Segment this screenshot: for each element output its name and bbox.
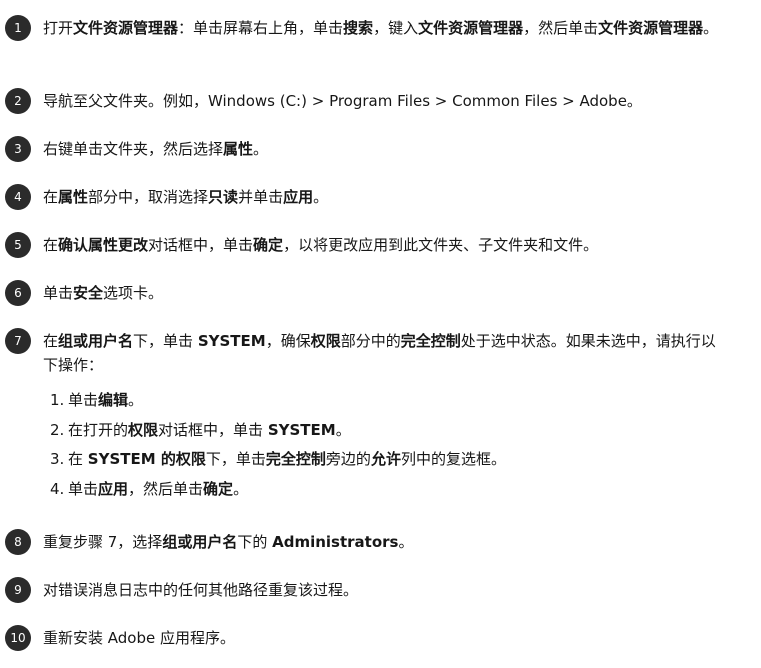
text-segment: 。 <box>335 421 351 439</box>
text-segment: ，然后单击 <box>128 480 204 498</box>
bold-text: 属性 <box>223 140 254 158</box>
text-segment: 对话框中，单击 <box>148 236 254 254</box>
step-text: 在属性部分中，取消选择只读并单击应用。 <box>43 185 723 209</box>
text-segment: 单击 <box>43 284 74 302</box>
text-segment: 重新安装 Adobe 应用程序。 <box>43 629 235 647</box>
text-segment: 。 <box>233 480 249 498</box>
text-segment: 对话框中，单击 <box>158 421 268 439</box>
bold-text: SYSTEM <box>267 421 336 439</box>
bold-text: 组或用户名 <box>162 533 238 551</box>
text-segment: 。 <box>128 391 144 409</box>
bold-text: 只读 <box>208 188 239 206</box>
text-segment: 在打开的 <box>68 421 129 439</box>
bold-text: 组或用户名 <box>58 332 134 350</box>
text-segment: 在 <box>43 332 59 350</box>
text-segment: 单击 <box>68 391 99 409</box>
step-number-badge: 1 <box>5 15 31 41</box>
text-segment: 选项卡。 <box>103 284 164 302</box>
bold-text: 文件资源管理器 <box>73 19 179 37</box>
step-number-badge: 9 <box>5 577 31 603</box>
step-text: 单击安全选项卡。 <box>43 281 723 305</box>
text-segment: 列中的复选框。 <box>400 450 506 468</box>
step-text: 右键单击文件夹，然后选择属性。 <box>43 137 723 161</box>
step-number-badge: 3 <box>5 136 31 162</box>
bold-text: 搜索 <box>343 19 374 37</box>
text-segment: ，确保 <box>265 332 311 350</box>
bold-text: SYSTEM 的权限 <box>87 450 206 468</box>
bold-text: 权限 <box>128 421 159 439</box>
bold-text: 允许 <box>370 450 401 468</box>
bold-text: 完全控制 <box>265 450 326 468</box>
bold-text: SYSTEM <box>197 332 266 350</box>
step-number-badge: 6 <box>5 280 31 306</box>
step-text: 在确认属性更改对话框中，单击确定，以将更改应用到此文件夹、子文件夹和文件。 <box>43 233 723 257</box>
text-segment: 单击 <box>68 480 99 498</box>
bold-text: 属性 <box>58 188 89 206</box>
text-segment: 部分中，取消选择 <box>88 188 209 206</box>
text-segment: 右键单击文件夹，然后选择 <box>43 140 224 158</box>
substep-4: 4. 单击应用，然后单击确定。 <box>50 477 710 501</box>
substep-1: 1. 单击编辑。 <box>50 388 710 412</box>
step-text: 重复步骤 7，选择组或用户名下的 Administrators。 <box>43 530 723 554</box>
step-number-badge: 5 <box>5 232 31 258</box>
text-segment: 在 <box>43 236 59 254</box>
bold-text: 文件资源管理器 <box>598 19 704 37</box>
step-text: 在组或用户名下，单击 SYSTEM，确保权限部分中的完全控制处于选中状态。如果未… <box>43 329 723 377</box>
text-segment: ，然后单击 <box>523 19 599 37</box>
bold-text: 应用 <box>98 480 129 498</box>
text-segment: 部分中的 <box>340 332 401 350</box>
text-segment: 并单击 <box>238 188 284 206</box>
bold-text: 权限 <box>310 332 341 350</box>
substep-number: 1. <box>50 391 65 409</box>
text-segment: 导航至父文件夹。例如，Windows (C:) > Program Files … <box>43 92 642 110</box>
text-segment: ，键入 <box>373 19 419 37</box>
bold-text: 确定 <box>203 480 234 498</box>
step-number-badge: 10 <box>5 625 31 651</box>
substep-number: 3. <box>50 450 65 468</box>
substep-3: 3. 在 SYSTEM 的权限下，单击完全控制旁边的允许列中的复选框。 <box>50 447 710 471</box>
text-segment: 。 <box>398 533 414 551</box>
text-segment: 下，单击 <box>205 450 266 468</box>
text-segment: 。 <box>313 188 329 206</box>
text-segment: 在 <box>68 450 88 468</box>
text-segment: 旁边的 <box>325 450 371 468</box>
substep-number: 4. <box>50 480 65 498</box>
text-segment: 下的 <box>237 533 273 551</box>
bold-text: 确定 <box>253 236 284 254</box>
text-segment: 对错误消息日志中的任何其他路径重复该过程。 <box>43 581 359 599</box>
step-text: 打开文件资源管理器：单击屏幕右上角，单击搜索，键入文件资源管理器，然后单击文件资… <box>43 16 723 40</box>
text-segment: 打开 <box>43 19 74 37</box>
bold-text: 安全 <box>73 284 104 302</box>
bold-text: 文件资源管理器 <box>418 19 524 37</box>
step-text: 导航至父文件夹。例如，Windows (C:) > Program Files … <box>43 89 723 113</box>
substep-2: 2. 在打开的权限对话框中，单击 SYSTEM。 <box>50 418 710 442</box>
bold-text: 应用 <box>283 188 314 206</box>
text-segment: 在 <box>43 188 59 206</box>
bold-text: 完全控制 <box>400 332 461 350</box>
bold-text: 确认属性更改 <box>58 236 149 254</box>
substep-number: 2. <box>50 421 65 439</box>
text-segment: 。 <box>703 19 719 37</box>
bold-text: Administrators <box>272 533 399 551</box>
step-number-badge: 8 <box>5 529 31 555</box>
text-segment: 重复步骤 7，选择 <box>43 533 163 551</box>
text-segment: 下，单击 <box>133 332 198 350</box>
step-number-badge: 7 <box>5 328 31 354</box>
bold-text: 编辑 <box>98 391 129 409</box>
text-segment: ：单击屏幕右上角，单击 <box>178 19 344 37</box>
step-text: 重新安装 Adobe 应用程序。 <box>43 626 723 650</box>
step-number-badge: 4 <box>5 184 31 210</box>
text-segment: 。 <box>253 140 269 158</box>
step-number-badge: 2 <box>5 88 31 114</box>
text-segment: ，以将更改应用到此文件夹、子文件夹和文件。 <box>283 236 599 254</box>
step-text: 对错误消息日志中的任何其他路径重复该过程。 <box>43 578 723 602</box>
